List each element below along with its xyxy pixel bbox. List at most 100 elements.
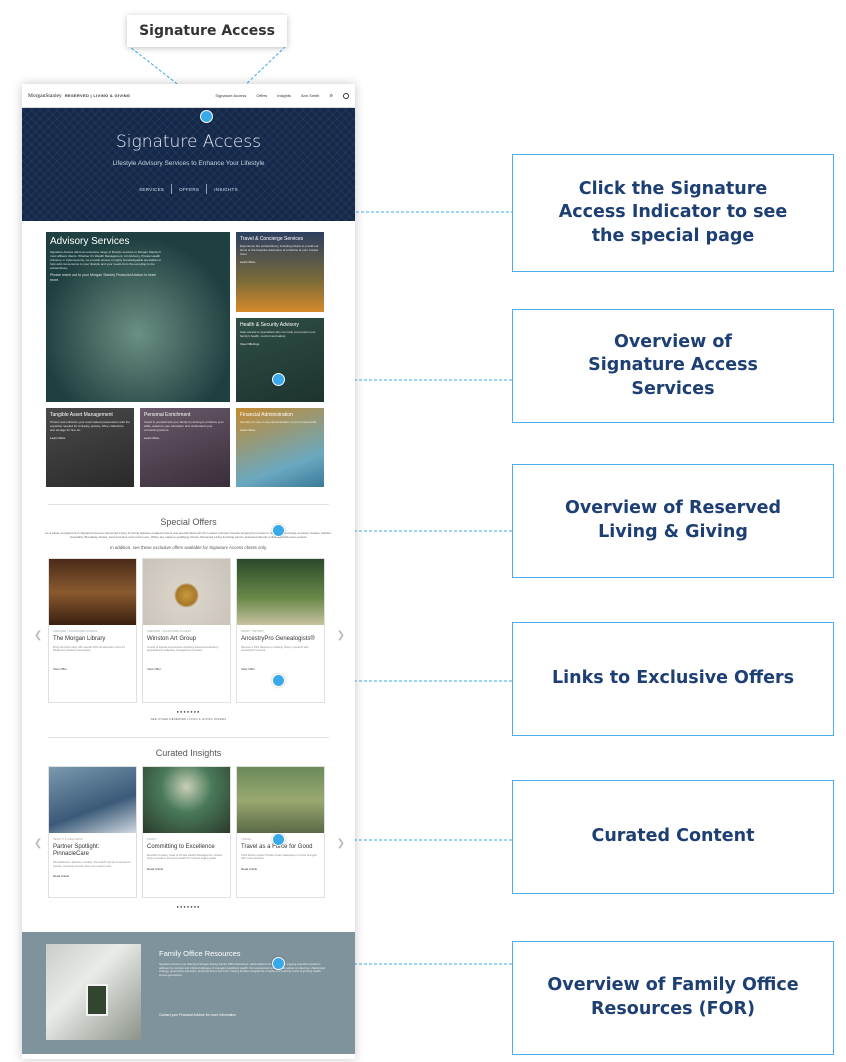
tile-body: Signature Access offers an extensive ran… — [50, 250, 162, 270]
hero-title: Signature Access — [115, 132, 262, 152]
card-description: PinnacleCare's advisory member, the worl… — [53, 861, 131, 868]
insight-card[interactable]: FAMILY Committing to Excellence Meredith… — [142, 765, 231, 898]
tab-divider — [206, 184, 208, 194]
insight-card[interactable]: TRAVEL Travel as a Force for Good Chris … — [236, 765, 325, 898]
tile-link[interactable]: Learn More — [50, 436, 130, 440]
nav-link-offers[interactable]: Offers — [256, 93, 267, 98]
callout-text: Click the Signature Access Indicator to … — [558, 178, 788, 246]
family-office-title: Family Office Resources — [159, 949, 241, 958]
offer-card[interactable]: CREATED | SIGNATURE ACCESS The Morgan Li… — [48, 557, 137, 703]
top-nav: MorganStanley RESERVED | LIVING & GIVING… — [22, 84, 355, 108]
tile-body: Protect and enhance your most valued pos… — [50, 420, 130, 432]
tile-title: Health & Security Advisory — [240, 322, 299, 328]
card-description: Meredith Crowley, head of Private Wealth… — [147, 853, 223, 861]
card-category: CREATED | SIGNATURE ACCESS — [147, 629, 192, 633]
settings-icon[interactable]: ⚙ — [329, 93, 333, 98]
hero-banner: Signature Access Lifestyle Advisory Serv… — [22, 108, 355, 221]
callout-reserved-living: Overview of Reserved Living & Giving — [512, 464, 834, 578]
insight-image — [49, 766, 136, 833]
services-grid: Advisory Services Signature Access offer… — [22, 221, 355, 504]
travel-concierge-tile[interactable]: Travel & Concierge Services Experience t… — [236, 232, 324, 312]
tile-title: Financial Administration — [240, 412, 293, 418]
family-office-image — [46, 944, 141, 1040]
brand-label: RESERVED | LIVING & GIVING — [64, 93, 131, 98]
card-category: FAMILY HISTORY — [241, 629, 265, 633]
indicator-dot — [272, 957, 285, 970]
tile-body: Invest in yourself and your family by ai… — [144, 420, 224, 432]
signature-access-label: Signature Access — [127, 15, 287, 47]
tile-body: Simplify the day to day administration o… — [240, 420, 318, 424]
nav-link-signature-access[interactable]: Signature Access — [215, 93, 246, 98]
search-icon[interactable] — [343, 92, 349, 99]
card-title: AncestryPro Genealogists® — [241, 635, 315, 642]
callout-curated-content: Curated Content — [512, 780, 834, 894]
chevron-right-icon[interactable]: ❯ — [337, 630, 345, 641]
nav-link-insights[interactable]: Insights — [277, 93, 291, 98]
card-title: Partner Spotlight: PinnacleCare — [53, 843, 100, 857]
indicator-dot — [272, 373, 285, 386]
chevron-right-icon[interactable]: ❯ — [337, 838, 345, 849]
view-offer-link[interactable]: View Offer — [53, 667, 132, 671]
card-category: CREATED | SIGNATURE ACCESS — [53, 629, 98, 633]
card-description: A suite of special experiences including… — [147, 645, 219, 653]
personal-enrichment-tile[interactable]: Personal Enrichment Invest in yourself a… — [140, 408, 230, 487]
tile-title: Personal Enrichment — [144, 412, 191, 418]
health-security-tile[interactable]: Health & Security Advisory Gain access t… — [236, 318, 324, 402]
tile-link[interactable]: Learn More — [144, 436, 226, 440]
tile-cta: Please reach out to your Morgan Stanley … — [50, 273, 157, 283]
view-offer-link[interactable]: View Offer — [147, 667, 226, 671]
tile-title: Travel & Concierge Services — [240, 236, 304, 242]
nav-link-user[interactable]: Ann Smith — [301, 93, 319, 98]
indicator-dot — [200, 110, 213, 123]
callout-text: Overview of Signature Access Services — [588, 331, 758, 399]
indicator-dot — [272, 674, 285, 687]
read-article-link[interactable]: Read Article — [241, 867, 320, 871]
annotated-screenshot: Signature Access MorganStanley RESERVED … — [0, 0, 846, 1062]
card-description: Chris Moran shares Private Impact takeaw… — [241, 853, 318, 861]
family-office-cta[interactable]: Contact your Financial Advisor for more … — [159, 1013, 236, 1017]
read-article-link[interactable]: Read Article — [53, 874, 132, 878]
card-category: HEALTH & WELLNESS — [53, 837, 83, 841]
special-offers-title: Special Offers — [160, 517, 217, 527]
callout-family-office: Overview of Family Office Resources (FOR… — [512, 941, 834, 1055]
tile-title: Tangible Asset Management — [50, 412, 113, 418]
family-office-section: Family Office Resources Signature Access… — [22, 932, 355, 1054]
offer-image — [143, 558, 230, 625]
card-title: Committing to Excellence — [147, 843, 215, 850]
card-title: The Morgan Library — [53, 635, 106, 642]
tab-offers[interactable]: OFFERS — [179, 187, 199, 194]
nav-links: Signature Access Offers Insights Ann Smi… — [215, 92, 349, 99]
offers-carousel: ❮ CREATED | SIGNATURE ACCESS The Morgan … — [22, 557, 355, 703]
callout-text: Links to Exclusive Offers — [551, 668, 795, 689]
chevron-left-icon[interactable]: ❮ — [34, 838, 42, 849]
insight-image — [143, 766, 230, 833]
callout-text: Curated Content — [591, 826, 755, 847]
tangible-asset-tile[interactable]: Tangible Asset Management Protect and en… — [46, 408, 134, 487]
page-screenshot: MorganStanley RESERVED | LIVING & GIVING… — [22, 84, 355, 1059]
tile-link[interactable]: Learn More — [240, 428, 320, 432]
chevron-left-icon[interactable]: ❮ — [34, 630, 42, 641]
insight-image — [237, 766, 324, 833]
card-description: Receive a 15% discount on sharing histor… — [241, 645, 309, 653]
tile-link[interactable]: Learn More — [240, 260, 320, 264]
tab-insights[interactable]: INSIGHTS — [214, 187, 238, 194]
card-title: Winston Art Group — [147, 635, 197, 642]
advisory-services-tile[interactable]: Advisory Services Signature Access offer… — [46, 232, 230, 402]
offer-card[interactable]: CREATED | SIGNATURE ACCESS Winston Art G… — [142, 557, 231, 703]
card-category: FAMILY — [147, 837, 157, 841]
view-offer-link[interactable]: View Offer — [241, 667, 320, 671]
tile-link[interactable]: View Offerings — [240, 342, 320, 346]
financial-administration-tile[interactable]: Financial Administration Simplify the da… — [236, 408, 324, 487]
doorway-graphic — [86, 984, 108, 1016]
offer-image — [237, 558, 324, 625]
insight-card[interactable]: HEALTH & WELLNESS Partner Spotlight: Pin… — [48, 765, 137, 898]
insights-carousel: ❮ HEALTH & WELLNESS Partner Spotlight: P… — [22, 765, 355, 898]
hero-subtitle: Lifestyle Advisory Services to Enhance Y… — [112, 160, 265, 167]
tab-services[interactable]: SERVICES — [139, 187, 164, 194]
carousel-dots[interactable]: ●●●●●●● — [22, 904, 355, 909]
callout-exclusive-offers: Links to Exclusive Offers — [512, 622, 834, 736]
callout-text: Overview of Family Office Resources (FOR… — [547, 975, 799, 1019]
read-article-link[interactable]: Read Article — [147, 867, 226, 871]
morgan-stanley-logo[interactable]: MorganStanley — [28, 93, 62, 99]
offer-image — [49, 558, 136, 625]
